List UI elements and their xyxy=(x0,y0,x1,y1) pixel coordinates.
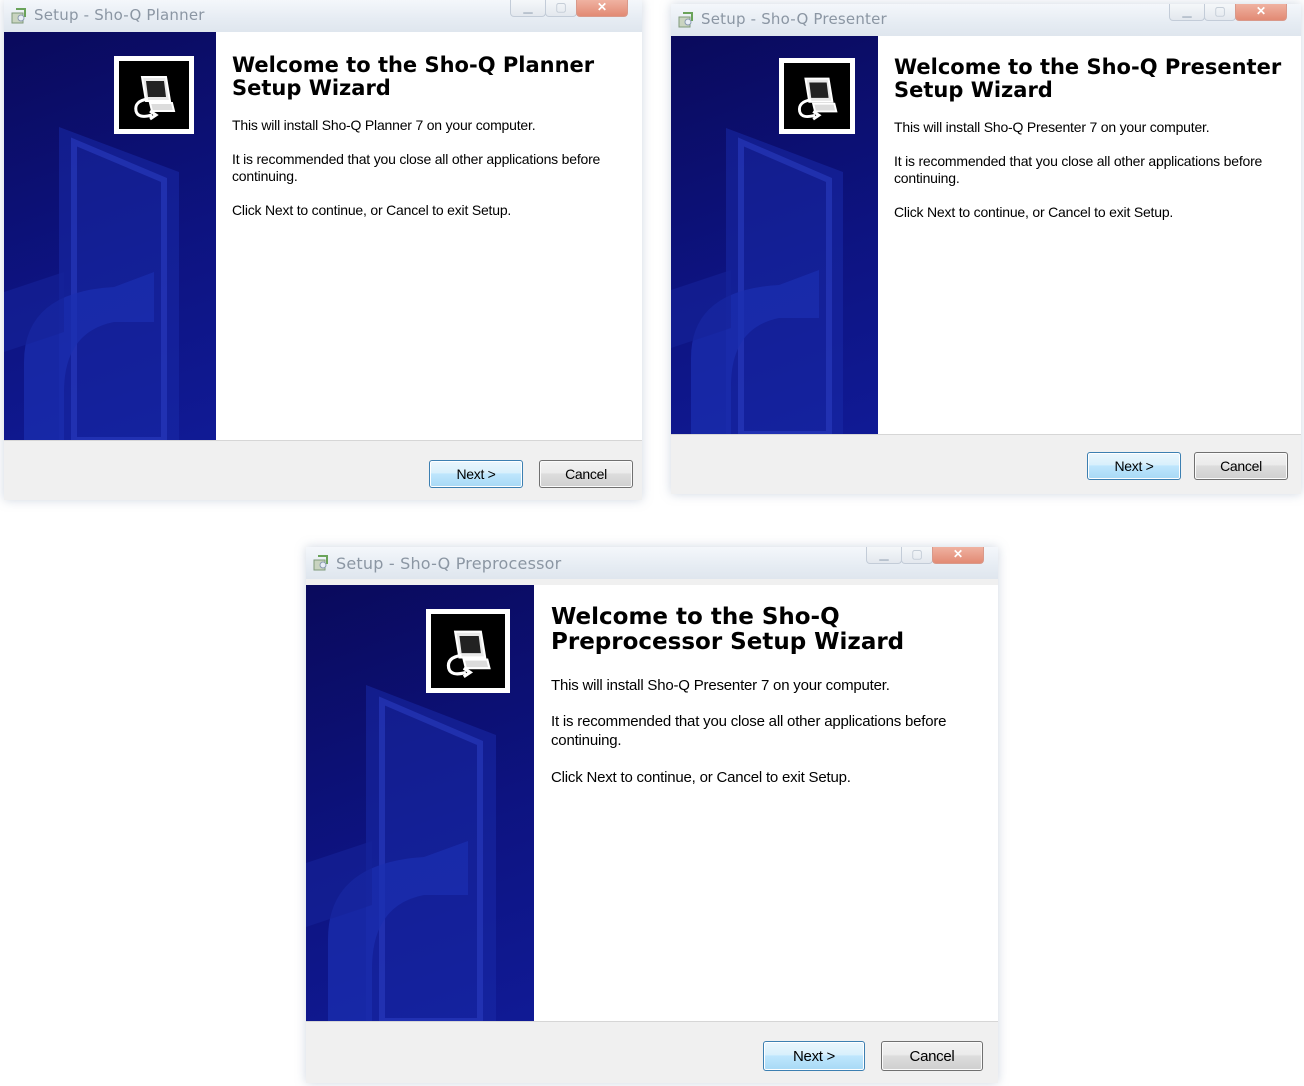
continue-text: Click Next to continue, or Cancel to exi… xyxy=(551,768,851,786)
title-bar[interactable]: Setup - Sho-Q Presenter ▁ ▢ ✕ xyxy=(671,4,1301,36)
recommend-text: It is recommended that you close all oth… xyxy=(894,152,1263,187)
maximize-button[interactable]: ▢ xyxy=(901,547,933,564)
close-button[interactable]: ✕ xyxy=(1235,4,1287,21)
minimize-button[interactable]: ▁ xyxy=(1169,4,1205,21)
close-icon: ✕ xyxy=(952,547,964,561)
wizard-heading-line-1: Welcome to the Sho-Q Presenter xyxy=(894,55,1282,79)
computer-install-icon xyxy=(134,76,176,121)
maximize-icon: ▢ xyxy=(555,0,567,14)
wizard-heading: Welcome to the Sho-Q Presenter Setup Wiz… xyxy=(894,56,1287,101)
install-text: This will install Sho-Q Presenter 7 on y… xyxy=(894,119,1210,136)
title-bar[interactable]: Setup - Sho-Q Preprocessor ▁ ▢ ✕ xyxy=(306,547,998,579)
minimize-icon: ▁ xyxy=(523,0,533,14)
maximize-icon: ▢ xyxy=(1214,4,1226,18)
wizard-content: Welcome to the Sho-Q Preprocessor Setup … xyxy=(534,585,998,1021)
wizard-logo xyxy=(779,58,855,134)
next-button[interactable]: Next > xyxy=(1087,452,1181,480)
close-button[interactable]: ✕ xyxy=(932,547,984,564)
cancel-button[interactable]: Cancel xyxy=(1194,452,1288,480)
wizard-heading-line-2: Setup Wizard xyxy=(894,77,1053,102)
install-text: This will install Sho-Q Planner 7 on you… xyxy=(232,117,536,134)
recommend-text: It is recommended that you close all oth… xyxy=(551,713,947,750)
close-icon: ✕ xyxy=(1255,4,1267,18)
maximize-icon: ▢ xyxy=(911,547,923,561)
cancel-button[interactable]: Cancel xyxy=(881,1041,983,1071)
next-button[interactable]: Next > xyxy=(429,460,523,488)
setup-installer-icon xyxy=(11,8,26,24)
close-button[interactable]: ✕ xyxy=(576,0,628,17)
wizard-footer: Next > Cancel xyxy=(671,434,1301,494)
wizard-page: Welcome to the Sho-Q Presenter Setup Wiz… xyxy=(671,36,1301,435)
wizard-side-image xyxy=(306,585,534,1021)
wizard-heading: Welcome to the Sho-Q Preprocessor Setup … xyxy=(551,605,982,655)
next-button[interactable]: Next > xyxy=(763,1041,865,1071)
minimize-icon: ▁ xyxy=(879,547,889,561)
setup-window-preprocessor: Setup - Sho-Q Preprocessor ▁ ▢ ✕ Welcome… xyxy=(306,547,998,1083)
wizard-heading: Welcome to the Sho-Q Planner Setup Wizar… xyxy=(232,54,626,99)
wizard-side-image xyxy=(671,36,878,434)
minimize-icon: ▁ xyxy=(1182,4,1192,18)
wizard-footer: Next > Cancel xyxy=(306,1021,998,1083)
computer-install-icon xyxy=(446,630,491,679)
title-bar[interactable]: Setup - Sho-Q Planner ▁ ▢ ✕ xyxy=(4,0,642,32)
setup-window-planner: Setup - Sho-Q Planner ▁ ▢ ✕ Welcome to t… xyxy=(4,0,642,500)
wizard-page: Welcome to the Sho-Q Preprocessor Setup … xyxy=(306,585,998,1022)
continue-text: Click Next to continue, or Cancel to exi… xyxy=(894,203,1174,220)
window-title: Setup - Sho-Q Planner xyxy=(34,6,205,24)
wizard-content: Welcome to the Sho-Q Planner Setup Wizar… xyxy=(216,32,642,440)
computer-install-icon xyxy=(797,77,838,121)
recommend-text: It is recommended that you close all oth… xyxy=(232,150,601,185)
wizard-logo xyxy=(426,609,510,693)
wizard-side-image xyxy=(4,32,216,440)
wizard-heading-line-1: Welcome to the Sho-Q xyxy=(551,604,840,630)
window-title: Setup - Sho-Q Presenter xyxy=(701,10,887,28)
minimize-button[interactable]: ▁ xyxy=(866,547,902,564)
close-icon: ✕ xyxy=(596,0,608,14)
setup-installer-icon xyxy=(678,12,693,28)
setup-window-presenter: Setup - Sho-Q Presenter ▁ ▢ ✕ Welcome to… xyxy=(671,4,1301,494)
maximize-button[interactable]: ▢ xyxy=(1204,4,1236,21)
maximize-button[interactable]: ▢ xyxy=(545,0,577,17)
minimize-button[interactable]: ▁ xyxy=(510,0,546,17)
setup-installer-icon xyxy=(313,555,328,571)
install-text: This will install Sho-Q Presenter 7 on y… xyxy=(551,676,890,694)
wizard-page: Welcome to the Sho-Q Planner Setup Wizar… xyxy=(4,32,642,441)
wizard-heading-line-2: Setup Wizard xyxy=(232,75,391,100)
wizard-heading-line-1: Welcome to the Sho-Q Planner xyxy=(232,53,595,77)
wizard-content: Welcome to the Sho-Q Presenter Setup Wiz… xyxy=(878,36,1301,434)
cancel-button[interactable]: Cancel xyxy=(539,460,633,488)
wizard-logo xyxy=(114,56,194,134)
continue-text: Click Next to continue, or Cancel to exi… xyxy=(232,201,512,218)
wizard-footer: Next > Cancel xyxy=(4,440,642,500)
window-title: Setup - Sho-Q Preprocessor xyxy=(336,554,562,573)
wizard-heading-line-2: Preprocessor Setup Wizard xyxy=(551,628,905,655)
